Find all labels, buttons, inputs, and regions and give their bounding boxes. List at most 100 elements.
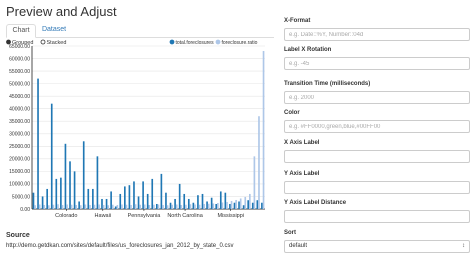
bar — [194, 204, 196, 209]
source-url: http://demo.getdkan.com/sites/default/fi… — [6, 243, 234, 249]
bar — [217, 202, 219, 209]
bar — [230, 200, 233, 209]
y-axis-label-distance-label: Y Axis Label Distance — [284, 200, 347, 206]
x-tick-label: Hawaii — [95, 213, 112, 219]
x-format-label: X-Format — [284, 18, 311, 24]
bar — [70, 204, 73, 209]
sort-select[interactable]: default ↕ — [284, 240, 470, 253]
transition-input[interactable] — [284, 91, 470, 104]
bar — [107, 205, 110, 209]
bar — [247, 200, 250, 209]
bar — [96, 156, 99, 209]
bar — [46, 188, 48, 209]
bar — [183, 193, 186, 209]
bar — [146, 193, 149, 209]
bar — [157, 204, 160, 209]
bar — [111, 204, 114, 209]
bar — [125, 204, 128, 209]
x-tick-label: Colorado — [55, 213, 77, 219]
bar — [87, 188, 90, 209]
bar — [229, 203, 231, 209]
bar — [61, 204, 64, 209]
transition-group: Transition Time (milliseconds) — [284, 80, 470, 104]
bar — [73, 171, 76, 209]
y-tick-label: 65000.00 — [9, 44, 30, 50]
bar — [160, 173, 163, 209]
bar — [178, 183, 181, 209]
bar — [258, 116, 260, 209]
x-format-input[interactable] — [284, 28, 470, 41]
bar — [169, 202, 172, 209]
x-axis-label-group: X Axis Label — [284, 139, 470, 163]
bar — [212, 203, 215, 209]
bar — [244, 196, 247, 209]
bar — [166, 205, 169, 209]
tab-chart[interactable]: Chart — [6, 24, 36, 38]
bar — [235, 199, 237, 209]
bar — [215, 203, 218, 209]
bar — [187, 198, 190, 209]
bar — [101, 198, 103, 209]
tab-dataset[interactable]: Dataset — [37, 24, 71, 38]
bar — [110, 191, 112, 209]
source-label: Source — [6, 232, 30, 239]
bar — [32, 192, 35, 209]
bar — [64, 143, 67, 209]
legend-swatch[interactable] — [215, 39, 221, 45]
x-tick-label: North Carolina — [167, 213, 203, 219]
bar — [133, 181, 135, 209]
bar — [121, 204, 123, 209]
bar — [198, 204, 201, 209]
bar — [34, 205, 36, 209]
chart-panel: Grouped Stacked total.foreclosures foreclos… — [6, 39, 274, 225]
bar — [224, 192, 227, 209]
bar — [207, 203, 210, 209]
bar — [84, 204, 87, 209]
bar — [253, 156, 256, 209]
bar — [155, 203, 158, 209]
bar — [130, 204, 132, 209]
bar — [153, 204, 155, 209]
stacked-radio-label: Stacked — [47, 40, 67, 46]
x-axis-label-input[interactable] — [284, 150, 470, 163]
bar — [102, 204, 105, 209]
y-tick-label: 35000.00 — [9, 119, 30, 125]
transition-label: Transition Time (milliseconds) — [284, 81, 371, 87]
bar — [162, 204, 164, 209]
sort-group: Sort default ↕ — [284, 229, 470, 253]
bar — [47, 205, 50, 209]
legend-swatch[interactable] — [169, 39, 175, 45]
y-axis-label-distance-group: Y Axis Label Distance — [284, 199, 470, 223]
y-axis-label-distance-input[interactable] — [284, 210, 470, 223]
bar — [142, 181, 144, 209]
bar — [50, 103, 53, 209]
stacked-radio[interactable] — [40, 39, 46, 45]
bar — [239, 198, 242, 209]
legend-label: foreclosure.ratio — [222, 40, 258, 46]
x-tick-label: Pennsylvania — [128, 213, 162, 219]
y-tick-label: 20000.00 — [9, 157, 30, 163]
bar — [38, 204, 41, 209]
x-rotation-group: Label X Rotation — [284, 46, 470, 70]
x-format-group: X-Format — [284, 17, 470, 41]
bar — [192, 202, 195, 209]
x-tick-label: Mississippi — [217, 213, 244, 219]
bar — [256, 200, 259, 209]
bar — [143, 204, 146, 209]
bar — [134, 204, 137, 209]
y-axis-label-input[interactable] — [284, 181, 470, 194]
bar — [137, 196, 140, 209]
page-title: Preview and Adjust — [6, 4, 117, 19]
y-axis-label-group: Y Axis Label — [284, 170, 470, 194]
x-rotation-input[interactable] — [284, 57, 470, 70]
bar — [185, 204, 187, 209]
bar — [226, 201, 228, 209]
legend-label: total.foreclosures — [176, 40, 215, 46]
y-axis-label-label: Y Axis Label — [284, 171, 320, 177]
bar — [171, 204, 173, 209]
bar — [233, 202, 236, 209]
color-input[interactable] — [284, 120, 470, 133]
y-tick-label: 60000.00 — [9, 56, 30, 62]
bar — [41, 196, 44, 209]
bar — [221, 202, 224, 209]
